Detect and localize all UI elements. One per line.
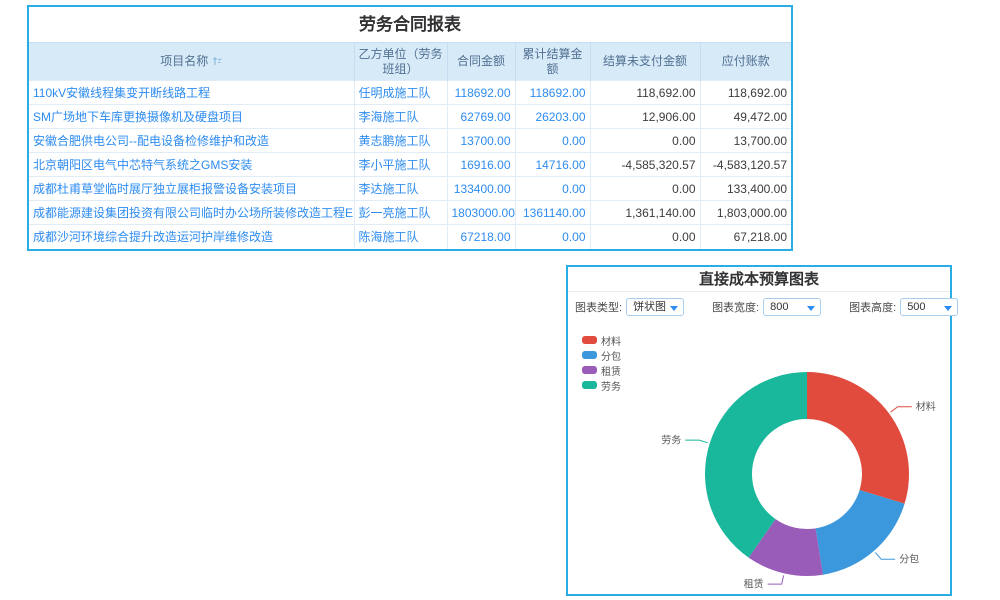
legend-label: 租赁 [601, 363, 621, 378]
report-title: 劳务合同报表 [29, 7, 791, 42]
legend-swatch [582, 336, 597, 344]
legend-swatch [582, 351, 597, 359]
cell-contract-amount: 67218.00 [447, 225, 515, 249]
cell-contract-amount: 62769.00 [447, 105, 515, 129]
chart-title: 直接成本预算图表 [568, 267, 950, 292]
legend-swatch [582, 381, 597, 389]
report-table: 项目名称 乙方单位（劳务班组） 合同金额 累计结算金额 结算未支付金额 应付账款… [29, 42, 791, 249]
legend-label: 分包 [601, 348, 621, 363]
cell-contractor[interactable]: 李达施工队 [354, 177, 447, 201]
cell-unpaid-amount: 1,361,140.00 [590, 201, 700, 225]
cell-unpaid-amount: 0.00 [590, 177, 700, 201]
cell-contractor[interactable]: 彭一亮施工队 [354, 201, 447, 225]
cell-settled-amount: 0.00 [515, 225, 590, 249]
slice-callout-line [685, 440, 708, 443]
col-header-project-name[interactable]: 项目名称 [29, 43, 354, 81]
legend-item-劳务[interactable]: 劳务 [582, 378, 621, 392]
cell-contractor[interactable]: 陈海施工队 [354, 225, 447, 249]
slice-label-租赁: 租赁 [744, 578, 764, 591]
cell-contract-amount: 1803000.00 [447, 201, 515, 225]
chart-legend: 材料分包租赁劳务 [582, 333, 621, 393]
cell-contract-amount: 16916.00 [447, 153, 515, 177]
slice-callout-line [891, 407, 912, 412]
cell-contract-amount: 13700.00 [447, 129, 515, 153]
cell-contract-amount: 118692.00 [447, 81, 515, 105]
col-header-settled-amount: 累计结算金额 [515, 43, 590, 81]
cell-project-name[interactable]: 成都杜甫草堂临时展厅独立展柜报警设备安装项目 [29, 177, 354, 201]
cell-accounts-payable: 49,472.00 [700, 105, 791, 129]
cell-unpaid-amount: 12,906.00 [590, 105, 700, 129]
labor-contract-report-panel: 劳务合同报表 项目名称 乙方单位（劳务班组） 合同金额 累计结算金额 结算未支付… [27, 5, 793, 251]
table-row: 安徽合肥供电公司--配电设备检修维护和改造 黄志鹏施工队 13700.00 0.… [29, 129, 791, 153]
cell-accounts-payable: 1,803,000.00 [700, 201, 791, 225]
table-row: 北京朝阳区电气中芯特气系统之GMS安装 李小平施工队 16916.00 1471… [29, 153, 791, 177]
cell-unpaid-amount: 0.00 [590, 129, 700, 153]
donut-svg: 材料分包租赁劳务 [568, 296, 954, 598]
slice-label-分包: 分包 [899, 553, 919, 566]
cell-accounts-payable: -4,583,120.57 [700, 153, 791, 177]
cell-project-name[interactable]: 北京朝阳区电气中芯特气系统之GMS安装 [29, 153, 354, 177]
slice-分包[interactable] [816, 490, 905, 575]
slice-label-劳务: 劳务 [661, 434, 681, 447]
cell-project-name[interactable]: 110kV安徽线程集变开断线路工程 [29, 81, 354, 105]
legend-swatch [582, 366, 597, 374]
cost-budget-chart-panel: 直接成本预算图表 图表类型: 饼状图 图表宽度: 800 图表高度: 500 材… [566, 265, 952, 596]
cell-unpaid-amount: 0.00 [590, 225, 700, 249]
col-header-accounts-payable: 应付账款 [700, 43, 791, 81]
cell-contractor[interactable]: 黄志鹏施工队 [354, 129, 447, 153]
legend-item-材料[interactable]: 材料 [582, 333, 621, 347]
report-header-row: 项目名称 乙方单位（劳务班组） 合同金额 累计结算金额 结算未支付金额 应付账款 [29, 43, 791, 81]
col-header-unpaid-amount: 结算未支付金额 [590, 43, 700, 81]
cell-project-name[interactable]: 安徽合肥供电公司--配电设备检修维护和改造 [29, 129, 354, 153]
legend-item-租赁[interactable]: 租赁 [582, 363, 621, 377]
legend-label: 劳务 [601, 378, 621, 393]
cell-settled-amount: 0.00 [515, 177, 590, 201]
table-row: 成都沙河环境综合提升改造运河护岸维修改造 陈海施工队 67218.00 0.00… [29, 225, 791, 249]
cell-accounts-payable: 13,700.00 [700, 129, 791, 153]
slice-label-材料: 材料 [916, 400, 936, 413]
cell-project-name[interactable]: SM广场地下车库更换摄像机及硬盘项目 [29, 105, 354, 129]
cell-accounts-payable: 118,692.00 [700, 81, 791, 105]
table-row: 110kV安徽线程集变开断线路工程 任明成施工队 118692.00 11869… [29, 81, 791, 105]
legend-label: 材料 [601, 333, 621, 348]
cell-unpaid-amount: -4,585,320.57 [590, 153, 700, 177]
report-table-body: 110kV安徽线程集变开断线路工程 任明成施工队 118692.00 11869… [29, 81, 791, 249]
col-header-contractor: 乙方单位（劳务班组） [354, 43, 447, 81]
cell-settled-amount: 118692.00 [515, 81, 590, 105]
cell-settled-amount: 1361140.00 [515, 201, 590, 225]
cell-contract-amount: 133400.00 [447, 177, 515, 201]
table-row: 成都杜甫草堂临时展厅独立展柜报警设备安装项目 李达施工队 133400.00 0… [29, 177, 791, 201]
slice-callout-line [875, 552, 895, 559]
cell-contractor[interactable]: 任明成施工队 [354, 81, 447, 105]
sort-icon[interactable] [212, 55, 222, 70]
table-row: 成都能源建设集团投资有限公司临时办公场所装修改造工程EPC 彭一亮施工队 180… [29, 201, 791, 225]
cell-contractor[interactable]: 李小平施工队 [354, 153, 447, 177]
col-header-contract-amount: 合同金额 [447, 43, 515, 81]
cell-settled-amount: 14716.00 [515, 153, 590, 177]
table-row: SM广场地下车库更换摄像机及硬盘项目 李海施工队 62769.00 26203.… [29, 105, 791, 129]
cell-contractor[interactable]: 李海施工队 [354, 105, 447, 129]
cell-project-name[interactable]: 成都沙河环境综合提升改造运河护岸维修改造 [29, 225, 354, 249]
slice-callout-line [768, 575, 784, 584]
cell-unpaid-amount: 118,692.00 [590, 81, 700, 105]
cell-project-name[interactable]: 成都能源建设集团投资有限公司临时办公场所装修改造工程EPC [29, 201, 354, 225]
legend-item-分包[interactable]: 分包 [582, 348, 621, 362]
cell-settled-amount: 0.00 [515, 129, 590, 153]
slice-材料[interactable] [807, 372, 909, 504]
cell-accounts-payable: 133,400.00 [700, 177, 791, 201]
cell-accounts-payable: 67,218.00 [700, 225, 791, 249]
cell-settled-amount: 26203.00 [515, 105, 590, 129]
